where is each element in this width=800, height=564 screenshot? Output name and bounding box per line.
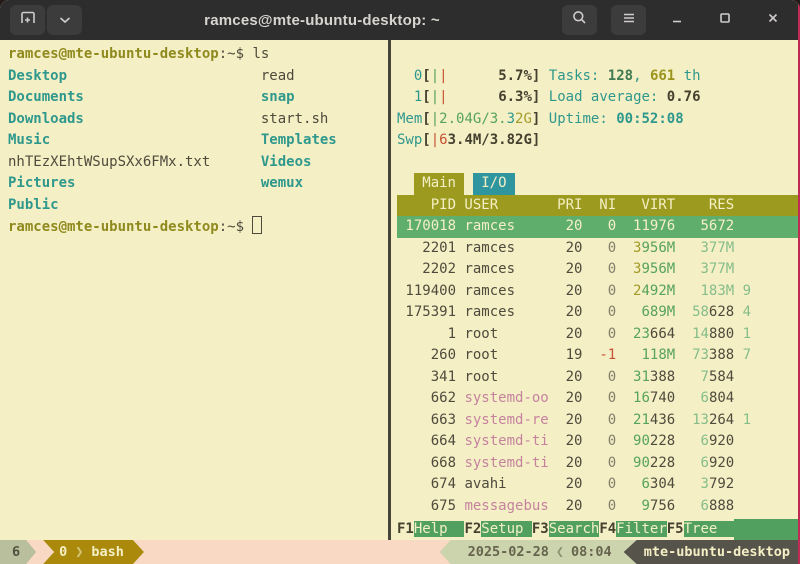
process-row[interactable]: 341 root 20 0 31388 7584 [397, 367, 800, 389]
minimize-icon [671, 11, 683, 29]
window-segment[interactable]: 0 ❯ bash [43, 540, 144, 564]
menu-button[interactable] [611, 5, 646, 35]
blank-line [397, 152, 800, 174]
process-row[interactable]: 662 systemd-oo 20 0 16740 6804 [397, 388, 800, 410]
htop-meter-line: Swp[|63.4M/3.82G] [397, 130, 800, 152]
minimize-button[interactable] [660, 5, 694, 35]
fkey-bar-fill [734, 519, 800, 541]
process-row[interactable]: 175391 ramces 20 0 689M 58628 4 [397, 302, 800, 324]
session-segment[interactable]: 6 [0, 540, 36, 564]
terminal-window: ramces@mte-ubuntu-desktop: ~ [0, 0, 800, 564]
status-right: 2025-02-28 ❮ 08:04 mte-ubuntu-desktop [440, 540, 800, 564]
fkey-setup[interactable]: F2Setup [464, 519, 531, 541]
new-tab-button[interactable] [10, 5, 45, 35]
fkey-help[interactable]: F1Help [397, 519, 464, 541]
process-row[interactable]: 664 systemd-ti 20 0 90228 6920 [397, 431, 800, 453]
ls-row: Desktop read [8, 66, 388, 88]
search-icon [572, 10, 587, 30]
process-table-header[interactable]: PID USER PRI NI VIRT RES [397, 195, 800, 217]
datetime-segment: 2025-02-28 ❮ 08:04 [440, 540, 624, 564]
close-button[interactable] [756, 5, 790, 35]
htop-meter-line: 1[|| 6.3%] Load average: 0.76 [397, 87, 800, 109]
tab-list-button[interactable] [47, 5, 82, 35]
process-row[interactable]: 2202 ramces 20 0 3956M 377M [397, 259, 800, 281]
blank-line [397, 44, 800, 66]
process-row[interactable]: 119400 ramces 20 0 2492M 183M 9 [397, 281, 800, 303]
search-button[interactable] [562, 5, 597, 35]
process-row[interactable]: 170018 ramces 20 0 11976 5672 [397, 216, 800, 238]
ls-row: Downloads start.sh [8, 109, 388, 131]
chevron-down-icon [59, 11, 71, 29]
maximize-button[interactable] [708, 5, 742, 35]
fkey-search[interactable]: F3Search [532, 519, 599, 541]
htop-tab-bar: Main I/O [397, 173, 800, 195]
htop-summary: 0[|| 5.7%] Tasks: 128, 661 th 1[|| 6.3%]… [397, 66, 800, 152]
hamburger-icon [622, 11, 636, 29]
maximize-icon [719, 11, 731, 29]
tmux-status-bar: 6 0 ❯ bash 2025-02-28 ❮ 08:04 mte-ubuntu-des… [0, 540, 800, 564]
process-row[interactable]: 675 messagebus 20 0 9756 6888 [397, 496, 800, 518]
ls-row: Music Templates [8, 130, 388, 152]
process-row[interactable]: 668 systemd-ti 20 0 90228 6920 [397, 453, 800, 475]
process-row[interactable]: 1 root 20 0 23664 14880 1 [397, 324, 800, 346]
process-row[interactable]: 674 avahi 20 0 6304 3792 [397, 474, 800, 496]
titlebar: ramces@mte-ubuntu-desktop: ~ [0, 0, 800, 40]
terminal-content: ramces@mte-ubuntu-desktop:~$ ls Desktop … [0, 40, 800, 540]
htop-meter-line: 0[|| 5.7%] Tasks: 128, 661 th [397, 66, 800, 88]
fkey-filter[interactable]: F4Filter [599, 519, 666, 541]
htop-meter-line: Mem[|2.04G/3.32G] Uptime: 00:52:08 [397, 109, 800, 131]
window-name: bash [91, 544, 124, 560]
fkey-bar: F1Help F2Setup F3SearchF4FilterF5Tree [397, 519, 800, 541]
process-row[interactable]: 2201 ramces 20 0 3956M 377M [397, 238, 800, 260]
powerline-separator-icon: ❮ [556, 544, 564, 560]
session-name: 6 [12, 544, 20, 560]
window-index: 0 [59, 544, 67, 560]
status-time: 08:04 [571, 544, 612, 560]
hostname-segment: mte-ubuntu-desktop [624, 540, 800, 564]
status-date: 2025-02-28 [468, 544, 549, 560]
hostname: mte-ubuntu-desktop [644, 544, 790, 560]
close-icon [767, 11, 779, 29]
ls-row: Documents snap [8, 87, 388, 109]
ls-command: ls [252, 46, 269, 62]
new-tab-icon [20, 11, 36, 30]
fkey-tree[interactable]: F5Tree [667, 519, 734, 541]
pane-divider [388, 40, 391, 540]
ls-row: nhTEzXEhtWSupSXx6FMx.txt Videos [8, 152, 388, 174]
shell-prompt-2: ramces@mte-ubuntu-desktop:~$ [8, 216, 388, 238]
window-title: ramces@mte-ubuntu-desktop: ~ [82, 12, 562, 29]
shell-pane[interactable]: ramces@mte-ubuntu-desktop:~$ ls Desktop … [0, 40, 388, 540]
htop-pane[interactable]: 0[|| 5.7%] Tasks: 128, 661 th 1[|| 6.3%]… [397, 40, 800, 540]
process-row[interactable]: 663 systemd-re 20 0 21436 13264 1 [397, 410, 800, 432]
process-rows: 170018 ramces 20 0 11976 5672 2201 ramce… [397, 216, 800, 517]
shell-prompt: ramces@mte-ubuntu-desktop:~$ ls [8, 44, 388, 66]
process-row[interactable]: 260 root 19 -1 118M 73388 7 [397, 345, 800, 367]
ls-row: Public [8, 195, 388, 217]
ls-output: Desktop readDocuments snapDownloads star… [8, 66, 388, 217]
powerline-separator-icon: ❯ [75, 544, 83, 560]
tab-io[interactable]: I/O [473, 173, 515, 195]
ls-row: Pictures wemux [8, 173, 388, 195]
tab-main[interactable]: Main [414, 173, 465, 195]
cursor [252, 216, 262, 234]
